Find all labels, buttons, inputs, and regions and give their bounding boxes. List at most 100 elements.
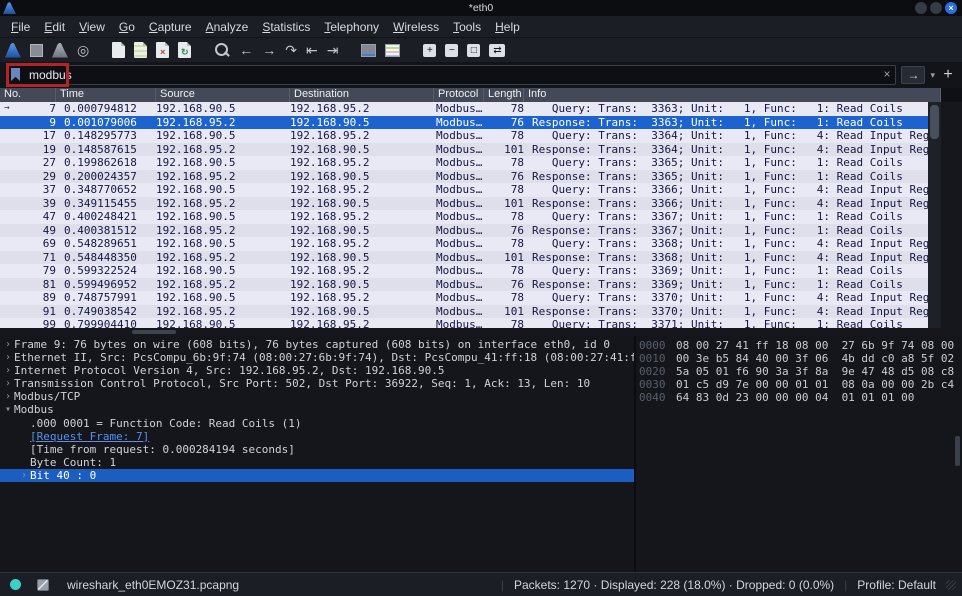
menu-edit[interactable]: Edit [37,20,72,34]
detail-link[interactable]: [Request Frame: 7] [30,430,149,443]
go-back-icon[interactable]: ← [239,40,253,60]
hex-row-0000[interactable]: 000008 00 27 41 ff 18 08 00 27 6b 9f 74 … [636,339,962,352]
detail-line-1[interactable]: ›Ethernet II, Src: PcsCompu_6b:9f:74 (08… [0,351,634,364]
packet-row-49[interactable]: 490.400381512192.168.95.2192.168.90.5Mod… [0,224,928,238]
apply-filter-button[interactable]: → [901,66,925,84]
packet-row-27[interactable]: 270.199862618192.168.90.5192.168.95.2Mod… [0,156,928,170]
reload-file-icon[interactable]: ↻ [178,42,191,58]
column-header-length[interactable]: Length [484,88,524,102]
maximize-button[interactable] [930,2,942,14]
packet-row-29[interactable]: 290.200024357192.168.95.2192.168.90.5Mod… [0,170,928,184]
menu-tools[interactable]: Tools [446,20,488,34]
hex-row-0010[interactable]: 001000 3e b5 84 40 00 3f 06 4b dd c0 a8 … [636,352,962,365]
detail-line-9[interactable]: Byte Count: 1 [0,456,634,469]
auto-scroll-icon[interactable] [361,44,376,57]
packet-list-hscrollbar[interactable] [0,328,962,336]
detail-line-7[interactable]: [Request Frame: 7] [0,430,634,443]
cell-info: Query: Trans: 3366; Unit: 1, Func: 4: Re… [524,183,928,197]
column-header-protocol[interactable]: Protocol [434,88,484,102]
packet-row-47[interactable]: 470.400248421192.168.90.5192.168.95.2Mod… [0,210,928,224]
start-capture-icon[interactable] [5,43,21,58]
menu-wireless[interactable]: Wireless [386,20,446,34]
go-first-packet-icon[interactable]: ⇤ [306,40,318,60]
minimize-button[interactable] [915,2,927,14]
packet-row-71[interactable]: 710.548448350192.168.95.2192.168.90.5Mod… [0,251,928,265]
close-file-icon[interactable]: × [156,42,169,58]
detail-line-2[interactable]: ›Internet Protocol Version 4, Src: 192.1… [0,364,634,377]
expander-icon[interactable]: › [18,469,30,482]
packet-list-scrollbar[interactable] [928,102,941,328]
detail-line-6[interactable]: .000 0001 = Function Code: Read Coils (1… [0,417,634,430]
packet-row-7[interactable]: →70.000794812192.168.90.5192.168.95.2Mod… [0,102,928,116]
detail-line-0[interactable]: ›Frame 9: 76 bytes on wire (608 bits), 7… [0,338,634,351]
packet-row-39[interactable]: 390.349115455192.168.95.2192.168.90.5Mod… [0,197,928,211]
clear-filter-icon[interactable]: × [883,67,890,81]
menu-telephony[interactable]: Telephony [317,20,386,34]
packet-row-69[interactable]: 690.548289651192.168.90.5192.168.95.2Mod… [0,237,928,251]
column-header-source[interactable]: Source [156,88,290,102]
expander-icon[interactable]: › [2,338,14,351]
zoom-100-icon[interactable]: □ [467,44,480,57]
hex-row-0030[interactable]: 003001 c5 d9 7e 00 00 01 01 08 0a 00 00 … [636,378,962,391]
restart-capture-icon[interactable] [52,43,68,58]
hex-row-0040[interactable]: 004064 83 0d 23 00 00 00 04 01 01 01 00 [636,391,962,404]
detail-line-5[interactable]: ▾Modbus [0,403,634,416]
scrollbar-thumb[interactable] [930,105,939,139]
find-packet-icon[interactable] [214,42,230,58]
go-to-packet-icon[interactable]: ↷ [285,40,297,60]
add-filter-button[interactable]: + [940,66,956,84]
detail-line-3[interactable]: ›Transmission Control Protocol, Src Port… [0,377,634,390]
packet-row-91[interactable]: 910.749038542192.168.95.2192.168.90.5Mod… [0,305,928,319]
expander-icon[interactable]: › [2,351,14,364]
menu-help[interactable]: Help [488,20,527,34]
packet-row-89[interactable]: 890.748757991192.168.90.5192.168.95.2Mod… [0,291,928,305]
detail-line-10[interactable]: ›Bit 40 : 0 [0,469,634,482]
menu-statistics[interactable]: Statistics [255,20,317,34]
resize-grip[interactable] [946,580,956,590]
go-forward-icon[interactable]: → [262,40,276,60]
column-header-info[interactable]: Info [524,88,941,102]
expander-icon[interactable]: › [2,377,14,390]
packet-row-19[interactable]: 190.148587615192.168.95.2192.168.90.5Mod… [0,143,928,157]
capture-options-icon[interactable]: ◎ [77,40,89,60]
menu-file[interactable]: File [4,20,37,34]
hscrollbar-thumb[interactable] [132,330,176,334]
zoom-in-icon[interactable]: + [423,44,436,57]
display-filter-input[interactable] [6,65,896,85]
menu-analyze[interactable]: Analyze [199,20,256,34]
close-button[interactable]: × [945,2,957,14]
packet-row-9[interactable]: 90.001079006192.168.95.2192.168.90.5Modb… [0,116,928,130]
menu-go[interactable]: Go [112,20,142,34]
save-file-icon[interactable] [134,42,147,58]
column-header-no[interactable]: No. [0,88,56,102]
details-scrollbar-thumb[interactable] [955,436,960,466]
hex-row-0020[interactable]: 00205a 05 01 f6 90 3a 3f 8a 9e 47 48 d5 … [636,365,962,378]
profile-label[interactable]: Profile: Default [857,578,936,592]
expander-icon[interactable]: › [2,390,14,403]
colorize-icon[interactable] [385,44,400,57]
capture-comment-icon[interactable] [37,579,49,591]
packet-row-81[interactable]: 810.599496952192.168.95.2192.168.90.5Mod… [0,278,928,292]
detail-text: Byte Count: 1 [30,456,116,469]
packet-row-17[interactable]: 170.148295773192.168.90.5192.168.95.2Mod… [0,129,928,143]
expert-info-icon[interactable] [10,579,21,590]
zoom-out-icon[interactable]: − [445,44,458,57]
stop-capture-icon[interactable] [30,44,43,57]
packet-row-79[interactable]: 790.599322524192.168.90.5192.168.95.2Mod… [0,264,928,278]
expander-icon[interactable]: ▾ [2,403,14,416]
packet-row-99[interactable]: 990.799904410192.168.90.5192.168.95.2Mod… [0,318,928,328]
cell-gutter [0,318,14,328]
cell-length: 78 [484,291,524,305]
column-header-time[interactable]: Time [56,88,156,102]
expander-icon[interactable]: › [2,364,14,377]
detail-line-4[interactable]: ›Modbus/TCP [0,390,634,403]
packet-row-37[interactable]: 370.348770652192.168.90.5192.168.95.2Mod… [0,183,928,197]
menu-capture[interactable]: Capture [142,20,199,34]
detail-line-8[interactable]: [Time from request: 0.000284194 seconds] [0,443,634,456]
open-file-icon[interactable] [112,42,125,58]
go-last-packet-icon[interactable]: ⇥ [327,40,339,60]
menu-view[interactable]: View [72,20,112,34]
resize-columns-icon[interactable]: ⇄ [489,44,505,57]
filter-dropdown-caret-icon[interactable]: ▾ [930,70,935,81]
column-header-destination[interactable]: Destination [290,88,434,102]
